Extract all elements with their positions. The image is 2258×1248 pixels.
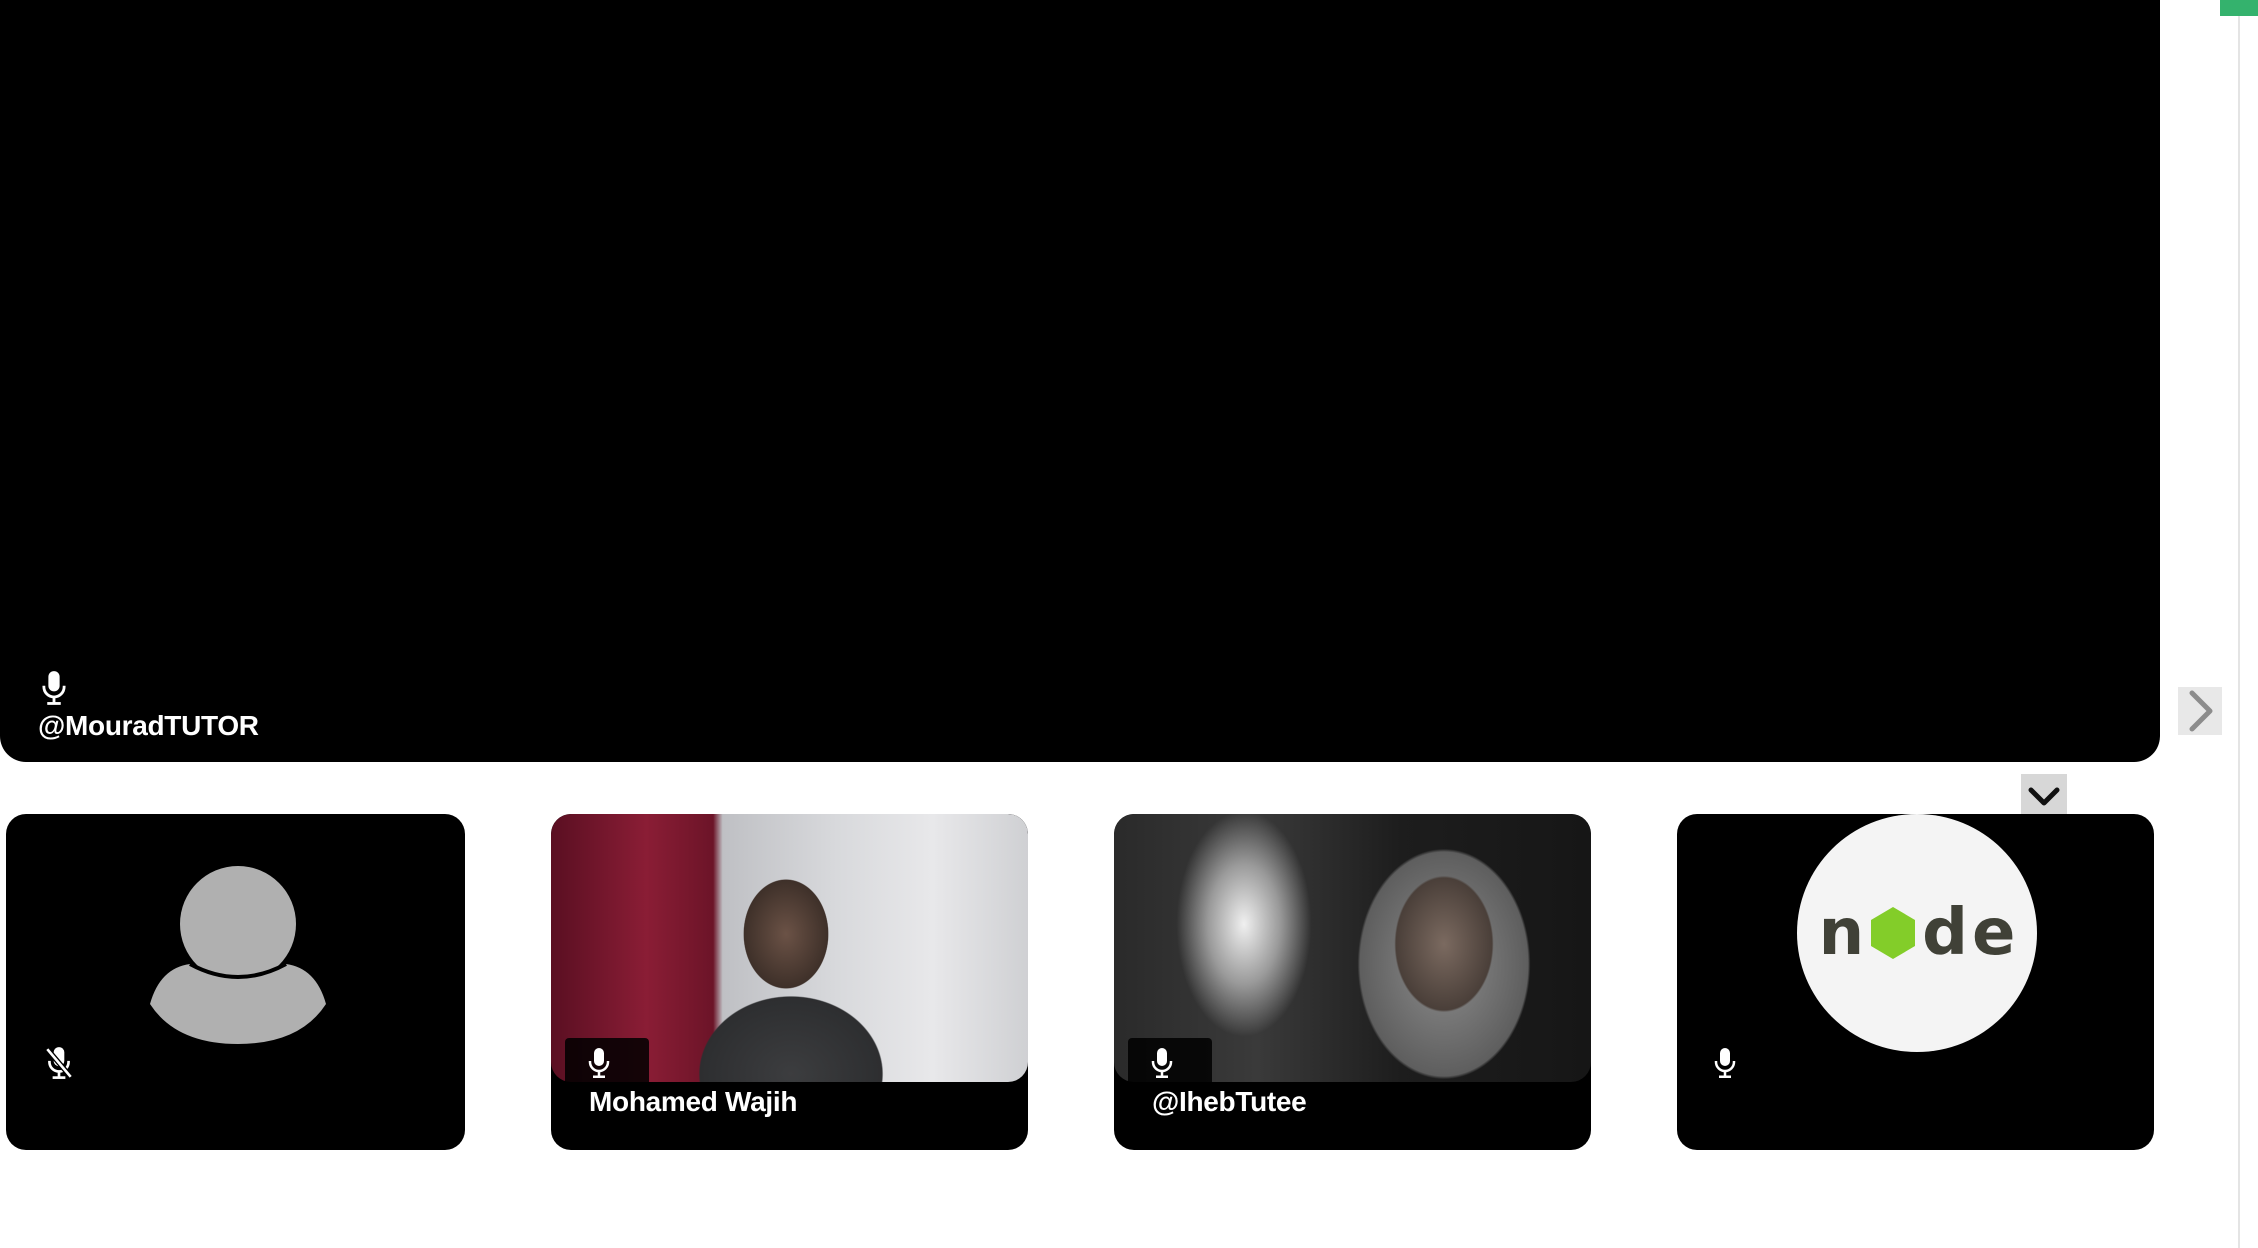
node-logo-letter: e [1971,896,2016,970]
microphone-icon[interactable] [587,1046,611,1080]
microphone-icon [42,671,66,705]
participant-tile[interactable]: Mohamed Wajih [551,814,1028,1150]
participant-tile[interactable]: n d e [1677,814,2154,1150]
main-speaker-name: @MouradTUTOR [38,710,259,741]
chevron-down-icon [2028,787,2060,806]
chevron-right-icon [2189,690,2213,732]
node-logo: n d e [1797,814,2037,1052]
microphone-muted-icon[interactable] [44,1046,74,1080]
avatar-placeholder-icon [150,866,326,1044]
participant-tile[interactable]: @IhebTutee [1114,814,1591,1150]
node-logo-letter: d [1922,896,1968,970]
microphone-icon[interactable] [1150,1046,1174,1080]
node-logo-letter: n [1818,896,1865,970]
video-call-page: @MouradTUTOR Mohamed Wajih @IhebTutee n … [0,0,2258,1248]
main-speaker-tile[interactable]: @MouradTUTOR [0,0,2160,762]
scrollbar-accent [2220,0,2258,16]
hexagon-icon [1871,907,1916,959]
next-speaker-button[interactable] [2178,687,2222,735]
node-logo-word: n d e [1819,901,2016,965]
participant-name: @IhebTutee [1152,1086,1307,1117]
microphone-icon[interactable] [1713,1046,1737,1080]
scrollbar-track[interactable] [2238,0,2240,1248]
participant-name: Mohamed Wajih [589,1086,798,1117]
participant-tile[interactable] [6,814,465,1150]
